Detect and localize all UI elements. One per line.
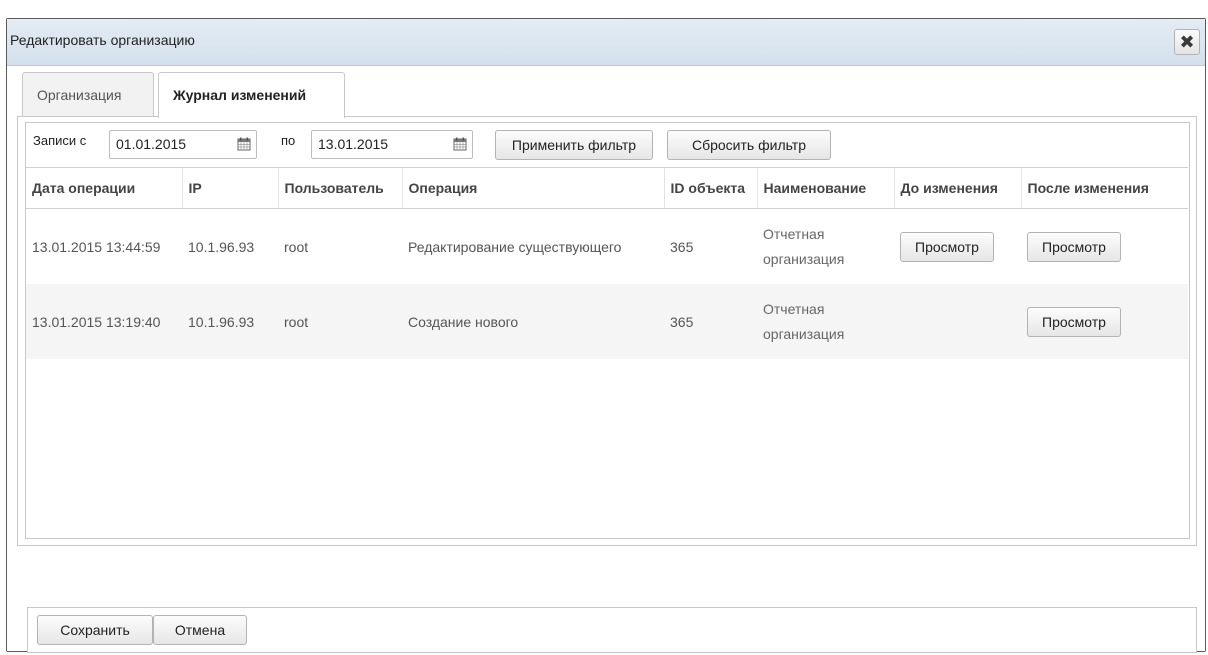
tab-change-log[interactable]: Журнал изменений bbox=[158, 72, 345, 118]
apply-filter-button[interactable]: Применить фильтр bbox=[495, 130, 653, 160]
cell-name: Отчетная организация bbox=[757, 284, 894, 359]
cell-after: Просмотр bbox=[1021, 209, 1188, 285]
column-header-object-id[interactable]: ID объекта bbox=[663, 167, 757, 209]
date-from-value: 01.01.2015 bbox=[116, 136, 187, 152]
dialog-content: Организация Журнал изменений Записи с 01… bbox=[7, 66, 1205, 653]
view-before-button[interactable]: Просмотр bbox=[900, 231, 994, 262]
cell-ip: 10.1.96.93 bbox=[188, 238, 255, 255]
column-header-operation[interactable]: Операция bbox=[401, 167, 664, 209]
column-header-ip[interactable]: IP bbox=[181, 167, 278, 209]
cell-name-line1: Отчетная bbox=[763, 225, 825, 242]
cell-operation: Редактирование существующего bbox=[408, 238, 622, 255]
dialog-titlebar[interactable]: Редактировать организацию ✖ bbox=[7, 19, 1205, 66]
view-after-button[interactable]: Просмотр bbox=[1027, 231, 1121, 262]
cell-name: Отчетная организация bbox=[757, 209, 894, 285]
dialog-footer: Сохранить Отмена bbox=[27, 607, 1197, 653]
save-button[interactable]: Сохранить bbox=[37, 615, 153, 645]
view-after-button[interactable]: Просмотр bbox=[1027, 306, 1121, 337]
date-from-label: Записи с bbox=[33, 133, 87, 148]
change-log-panel: Записи с 01.01.2015 по 13.01.2015 Примен… bbox=[17, 116, 1197, 546]
column-header-after[interactable]: После изменения bbox=[1020, 167, 1188, 209]
table-header-row: Дата операции IP Пользователь Операция I… bbox=[26, 167, 1188, 209]
reset-filter-button[interactable]: Сбросить фильтр bbox=[667, 130, 831, 160]
close-button[interactable]: ✖ bbox=[1174, 29, 1200, 55]
column-header-user[interactable]: Пользователь bbox=[277, 167, 402, 209]
cell-name-line1: Отчетная bbox=[763, 300, 825, 317]
cell-before bbox=[894, 284, 1021, 359]
cell-after: Просмотр bbox=[1021, 284, 1188, 359]
table-row[interactable]: 13.01.2015 13:44:59 10.1.96.93 root Реда… bbox=[26, 209, 1188, 285]
date-to-value: 13.01.2015 bbox=[318, 136, 389, 152]
cell-object-id: 365 bbox=[664, 284, 757, 359]
cell-user: root bbox=[278, 284, 402, 359]
column-header-date[interactable]: Дата операции bbox=[26, 167, 182, 209]
table-row[interactable]: 13.01.2015 13:19:40 10.1.96.93 root Созд… bbox=[26, 284, 1188, 359]
column-header-before[interactable]: До изменения bbox=[893, 167, 1021, 209]
tab-organization[interactable]: Организация bbox=[22, 72, 154, 116]
cell-object-id: 365 bbox=[670, 238, 694, 255]
column-header-name[interactable]: Наименование bbox=[756, 167, 894, 209]
calendar-icon[interactable] bbox=[237, 137, 251, 151]
cell-date: 13.01.2015 13:19:40 bbox=[26, 284, 182, 359]
cell-date: 13.01.2015 13:44:59 bbox=[32, 238, 161, 255]
close-icon: ✖ bbox=[1179, 31, 1195, 52]
calendar-icon[interactable] bbox=[453, 137, 467, 151]
cell-name-line2: организация bbox=[763, 325, 845, 342]
filter-toolbar: Записи с 01.01.2015 по 13.01.2015 Примен… bbox=[26, 123, 1189, 167]
date-from-field[interactable]: 01.01.2015 bbox=[109, 130, 257, 159]
cancel-button[interactable]: Отмена bbox=[153, 615, 247, 645]
cell-ip: 10.1.96.93 bbox=[182, 284, 278, 359]
edit-organization-dialog: Редактировать организацию ✖ Организация … bbox=[6, 18, 1206, 653]
cell-name-line2: организация bbox=[763, 250, 845, 267]
change-log-table: Дата операции IP Пользователь Операция I… bbox=[26, 167, 1188, 359]
date-to-field[interactable]: 13.01.2015 bbox=[311, 130, 473, 159]
cell-user: root bbox=[284, 238, 309, 255]
dialog-title: Редактировать организацию bbox=[10, 32, 195, 48]
cell-before: Просмотр bbox=[894, 209, 1021, 285]
tab-bar: Организация Журнал изменений bbox=[17, 72, 1197, 118]
change-log-grid-container: Записи с 01.01.2015 по 13.01.2015 Примен… bbox=[25, 122, 1190, 539]
cell-operation: Создание нового bbox=[402, 284, 664, 359]
date-to-label: по bbox=[281, 133, 296, 148]
